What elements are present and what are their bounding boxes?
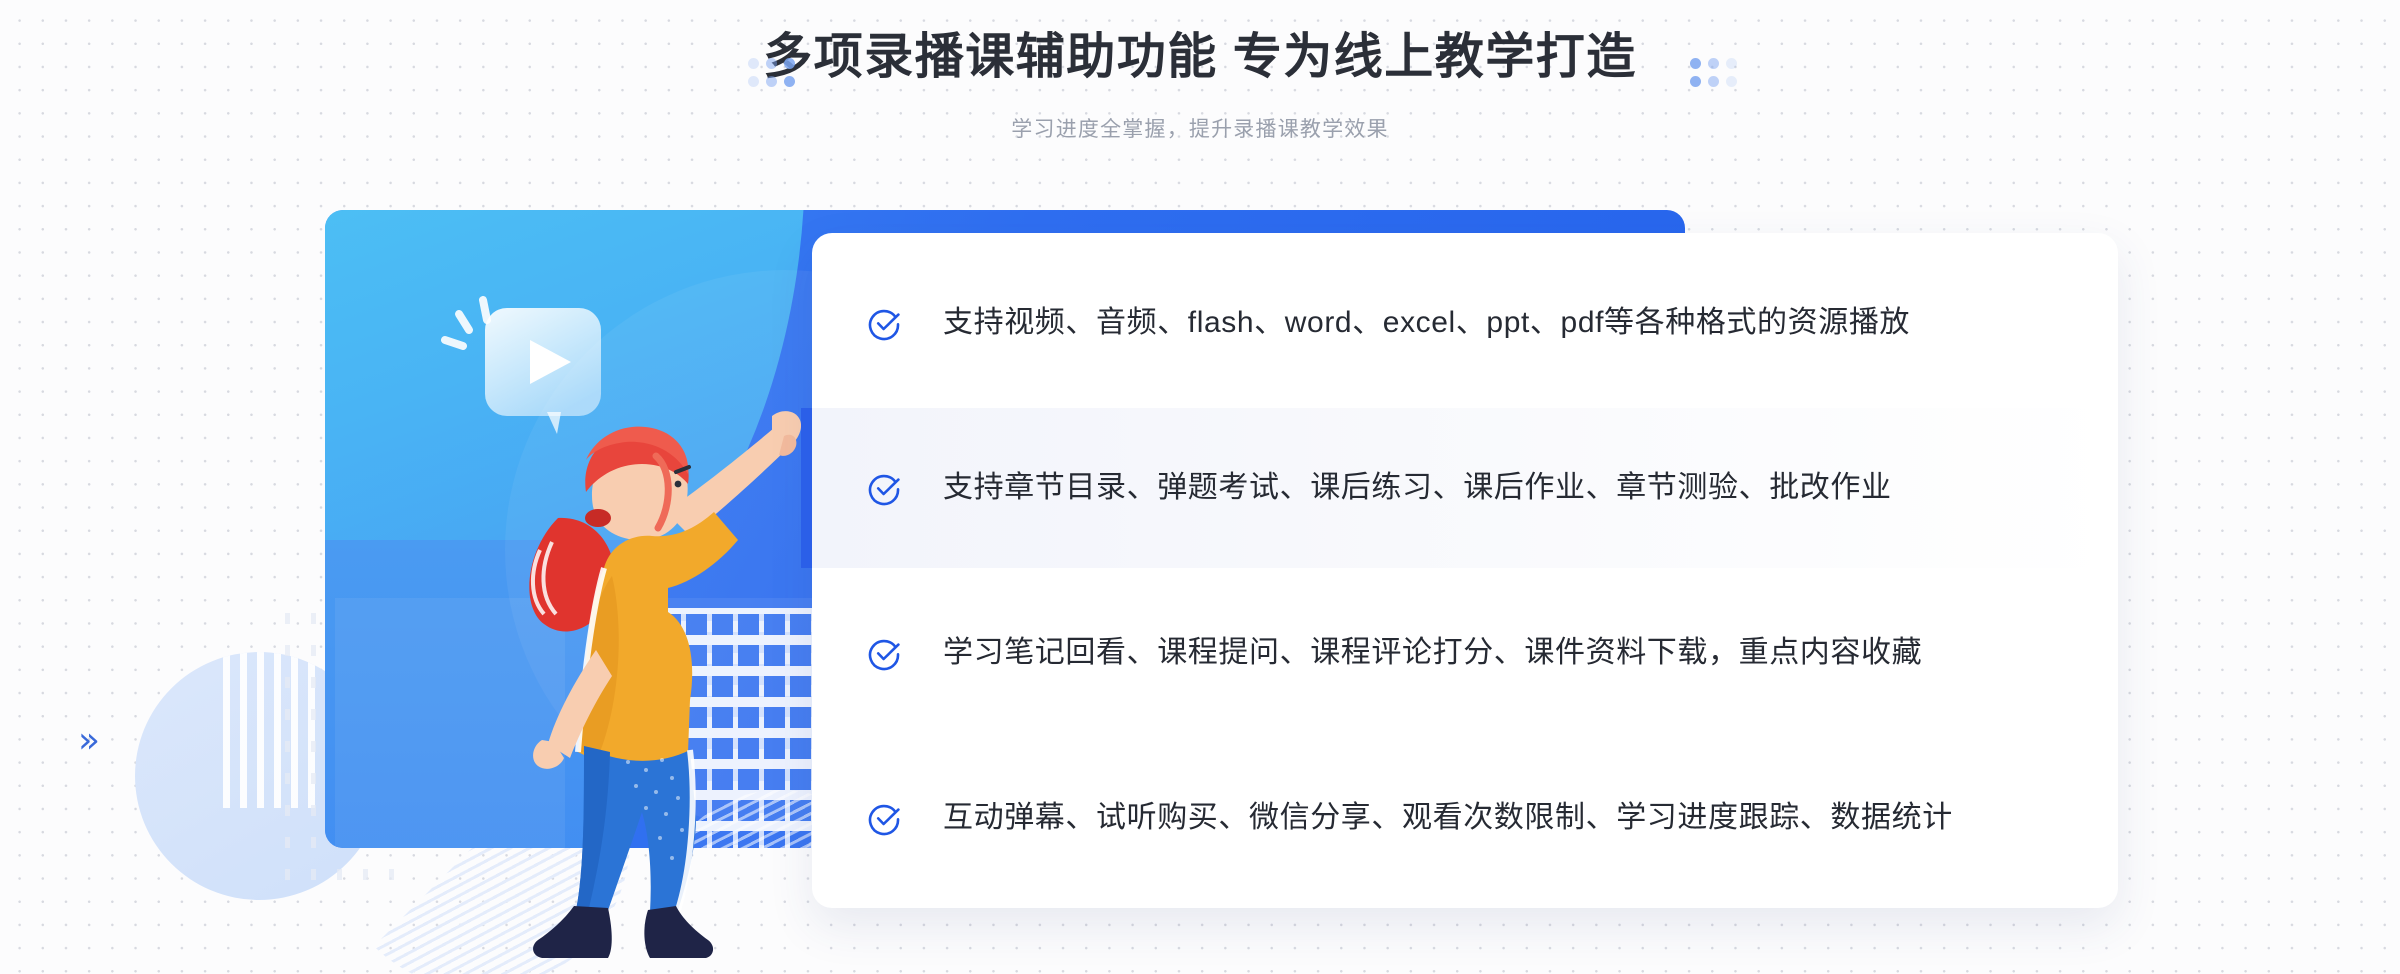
check-circle-icon: [867, 635, 903, 671]
chevron-double-right-icon: »: [78, 720, 101, 761]
check-circle-icon: [867, 470, 903, 506]
check-circle-icon: [867, 800, 903, 836]
page-title: 多项录播课辅助功能 专为线上教学打造: [763, 30, 1637, 84]
feature-item-2[interactable]: 学习笔记回看、课程提问、课程评论打分、课件资料下载，重点内容收藏: [812, 573, 2118, 733]
feature-list: 支持视频、音频、flash、word、excel、ppt、pdf等各种格式的资源…: [801, 233, 2118, 908]
feature-item-label: 学习笔记回看、课程提问、课程评论打分、课件资料下载，重点内容收藏: [943, 636, 1923, 669]
feature-item-label: 支持章节目录、弹题考试、课后练习、课后作业、章节测验、批改作业: [943, 471, 1892, 504]
person-illustration: [500, 400, 830, 974]
check-circle-icon: [867, 305, 903, 341]
decorative-dot-cluster-right-icon: [1690, 58, 1737, 87]
decorative-dot-cluster-left-icon: [748, 58, 795, 87]
feature-item-1[interactable]: 支持章节目录、弹题考试、课后练习、课后作业、章节测验、批改作业: [801, 408, 2118, 568]
page-root: 多项录播课辅助功能 专为线上教学打造 学习进度全掌握，提升录播课教学效果 » «: [0, 0, 2400, 974]
feature-item-0[interactable]: 支持视频、音频、flash、word、excel、ppt、pdf等各种格式的资源…: [812, 243, 2118, 403]
feature-item-label: 支持视频、音频、flash、word、excel、ppt、pdf等各种格式的资源…: [943, 306, 1911, 339]
page-subtitle: 学习进度全掌握，提升录播课教学效果: [1011, 118, 1389, 141]
feature-item-3[interactable]: 互动弹幕、试听购买、微信分享、观看次数限制、学习进度跟踪、数据统计: [812, 738, 2118, 898]
feature-item-label: 互动弹幕、试听购买、微信分享、观看次数限制、学习进度跟踪、数据统计: [943, 801, 1953, 834]
